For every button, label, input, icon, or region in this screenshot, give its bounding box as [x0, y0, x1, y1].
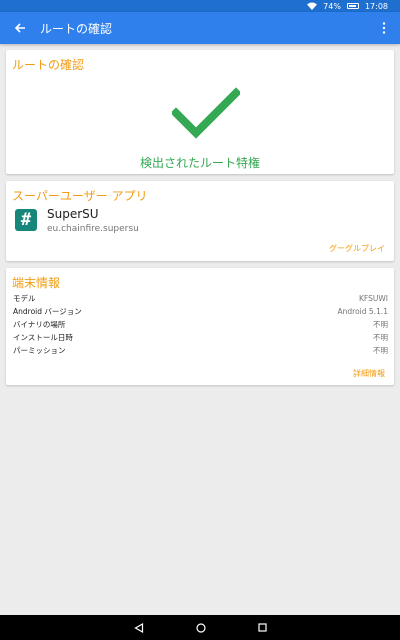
info-row-android-version: Android バージョン Android 5.1.1	[13, 305, 388, 317]
status-bar: 74% 17:08	[0, 0, 400, 12]
battery-icon	[346, 3, 359, 9]
info-value: 不明	[373, 319, 388, 329]
check-icon	[172, 87, 240, 139]
wifi-icon	[307, 2, 318, 10]
google-play-link[interactable]: グーグルプレイ	[329, 243, 385, 254]
info-label: バイナリの場所	[13, 319, 66, 329]
info-row-install-date: インストール日時 不明	[13, 331, 388, 343]
su-card-title: スーパーユーザー アプリ	[12, 189, 148, 203]
arrow-left-icon	[14, 23, 25, 33]
info-row-model: モデル KFSUWI	[13, 292, 388, 304]
overflow-menu-button[interactable]	[368, 12, 400, 44]
supersu-app-icon: #	[15, 209, 37, 231]
info-label: Android バージョン	[13, 306, 82, 316]
root-status-text: 検出されたルート特権	[139, 156, 260, 170]
app-bar: ルートの確認	[0, 12, 400, 44]
info-value: Android 5.1.1	[337, 306, 388, 316]
details-link[interactable]: 詳細情報	[353, 368, 385, 379]
device-card-title: 端末情報	[12, 276, 61, 290]
info-label: インストール日時	[13, 332, 73, 342]
root-check-card: ルートの確認 検出されたルート特権	[6, 50, 394, 174]
battery-percent: 74%	[323, 1, 341, 11]
recents-square-icon[interactable]	[257, 623, 267, 632]
back-triangle-icon[interactable]	[133, 622, 144, 633]
info-value: KFSUWI	[359, 293, 388, 303]
superuser-app-card: スーパーユーザー アプリ # SuperSU eu.chainfire.supe…	[6, 181, 394, 261]
more-vertical-icon	[382, 22, 386, 34]
home-circle-icon[interactable]	[195, 622, 206, 633]
info-value: 不明	[373, 332, 388, 342]
root-card-title: ルートの確認	[12, 58, 85, 72]
app-bar-title: ルートの確認	[40, 21, 113, 36]
info-value: 不明	[373, 345, 388, 355]
info-row-permission: パーミッション 不明	[13, 344, 388, 356]
device-info-card: 端末情報 モデル KFSUWI Android バージョン Android 5.…	[6, 268, 394, 385]
info-label: パーミッション	[13, 345, 66, 355]
back-button[interactable]	[0, 12, 40, 44]
info-row-binary-location: バイナリの場所 不明	[13, 318, 388, 330]
status-time: 17:08	[364, 1, 388, 11]
su-app-name: SuperSU	[47, 207, 99, 221]
su-package-name: eu.chainfire.supersu	[47, 224, 139, 234]
info-label: モデル	[13, 293, 36, 303]
navigation-bar	[0, 615, 400, 640]
